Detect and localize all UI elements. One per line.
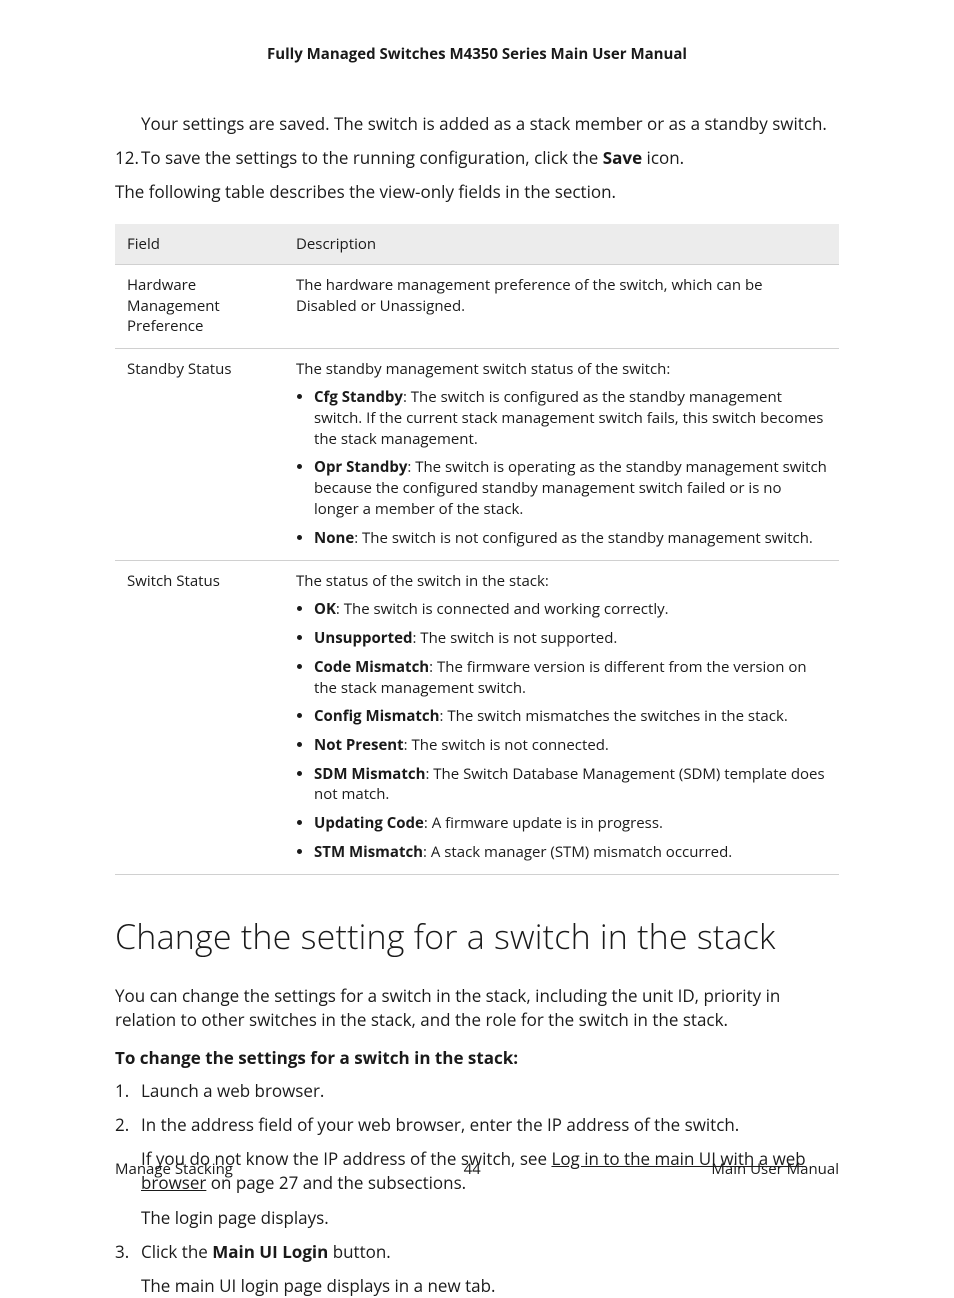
step-2-text: In the address field of your web browser… — [141, 1113, 739, 1137]
table-cell-field: Switch Status — [115, 561, 284, 875]
list-item: Cfg Standby: The switch is configured as… — [314, 387, 827, 449]
table-desc-lead: The hardware management preference of th… — [296, 275, 827, 316]
step-12-row: 12. To save the settings to the running … — [115, 146, 839, 170]
section-intro: You can change the settings for a switch… — [115, 984, 839, 1032]
table-header-description: Description — [284, 224, 839, 265]
table-desc-list: OK: The switch is connected and working … — [296, 599, 827, 862]
list-item-text: : The switch mismatches the switches in … — [440, 706, 788, 726]
list-item-term: Unsupported — [314, 628, 412, 648]
list-item-term: OK — [314, 599, 336, 619]
fields-table: Field Description Hardware Management Pr… — [115, 224, 839, 875]
step-2-number: 2. — [115, 1113, 141, 1137]
table-cell-field: Hardware Management Preference — [115, 265, 284, 349]
table-intro-text: The following table describes the view-o… — [115, 180, 839, 204]
list-item-term: Not Present — [314, 735, 404, 755]
step-3-text: Click the Main UI Login button. — [141, 1240, 391, 1264]
step-1-number: 1. — [115, 1079, 141, 1103]
step-1-text: Launch a web browser. — [141, 1079, 324, 1103]
step-3-result: The main UI login page displays in a new… — [141, 1274, 839, 1298]
list-item: STM Mismatch: A stack manager (STM) mism… — [314, 842, 827, 863]
list-item-text: : A stack manager (STM) mismatch occurre… — [423, 842, 732, 862]
step-3-after: button. — [328, 1240, 390, 1263]
step-3-row: 3. Click the Main UI Login button. — [115, 1240, 839, 1264]
step-3-number: 3. — [115, 1240, 141, 1264]
step-1-row: 1. Launch a web browser. — [115, 1079, 839, 1103]
list-item-term: Cfg Standby — [314, 387, 403, 407]
list-item: Code Mismatch: The firmware version is d… — [314, 657, 827, 698]
list-item: None: The switch is not configured as th… — [314, 528, 827, 549]
document-header-title: Fully Managed Switches M4350 Series Main… — [115, 44, 839, 64]
step-12-bold: Save — [603, 146, 642, 169]
list-item: Opr Standby: The switch is operating as … — [314, 457, 827, 519]
step-3-before: Click the — [141, 1240, 212, 1263]
footer-left: Manage Stacking — [115, 1159, 233, 1179]
footer-right: Main User Manual — [711, 1159, 839, 1179]
list-item-term: SDM Mismatch — [314, 764, 425, 784]
table-desc-lead: The status of the switch in the stack: — [296, 571, 827, 591]
table-desc-list: Cfg Standby: The switch is configured as… — [296, 387, 827, 548]
list-item: OK: The switch is connected and working … — [314, 599, 827, 620]
table-row: Hardware Management Preference The hardwa… — [115, 265, 839, 349]
table-row: Standby Status The standby management swi… — [115, 349, 839, 561]
list-item-text: : The switch is not connected. — [404, 735, 609, 755]
table-cell-description: The status of the switch in the stack: OK… — [284, 561, 839, 875]
list-item-term: Config Mismatch — [314, 706, 440, 726]
step-3-bold: Main UI Login — [212, 1240, 328, 1263]
procedure-heading: To change the settings for a switch in t… — [115, 1046, 839, 1069]
list-item-text: : The switch is not supported. — [412, 628, 617, 648]
list-item-term: Code Mismatch — [314, 657, 429, 677]
list-item-text: : The switch is not configured as the st… — [354, 528, 813, 548]
step-12-before: To save the settings to the running conf… — [141, 146, 603, 169]
page-footer: Manage Stacking 44 Main User Manual — [115, 1159, 839, 1179]
list-item: Config Mismatch: The switch mismatches t… — [314, 706, 827, 727]
step-2-row: 2. In the address field of your web brow… — [115, 1113, 839, 1137]
section-heading: Change the setting for a switch in the s… — [115, 915, 839, 958]
list-item-text: : A firmware update is in progress. — [424, 813, 663, 833]
intro-saved-text: Your settings are saved. The switch is a… — [141, 112, 839, 136]
list-item: Updating Code: A firmware update is in p… — [314, 813, 827, 834]
list-item: SDM Mismatch: The Switch Database Manage… — [314, 764, 827, 805]
table-cell-field: Standby Status — [115, 349, 284, 561]
list-item-term: Updating Code — [314, 813, 424, 833]
list-item-text: : The switch is connected and working co… — [336, 599, 669, 619]
table-desc-lead: The standby management switch status of … — [296, 359, 827, 379]
step-12-after: icon. — [642, 146, 684, 169]
table-cell-description: The standby management switch status of … — [284, 349, 839, 561]
table-row: Switch StatusThe status of the switch in… — [115, 561, 839, 875]
step-2-result: The login page displays. — [141, 1206, 839, 1230]
step-12-text: To save the settings to the running conf… — [141, 146, 684, 170]
list-item-term: Opr Standby — [314, 457, 407, 477]
list-item: Unsupported: The switch is not supported… — [314, 628, 827, 649]
list-item-term: None — [314, 528, 354, 548]
step-12-number: 12. — [115, 146, 141, 170]
list-item-term: STM Mismatch — [314, 842, 423, 862]
list-item: Not Present: The switch is not connected… — [314, 735, 827, 756]
table-cell-description: The hardware management preference of th… — [284, 265, 839, 349]
footer-page-number: 44 — [464, 1159, 481, 1179]
table-header-field: Field — [115, 224, 284, 265]
